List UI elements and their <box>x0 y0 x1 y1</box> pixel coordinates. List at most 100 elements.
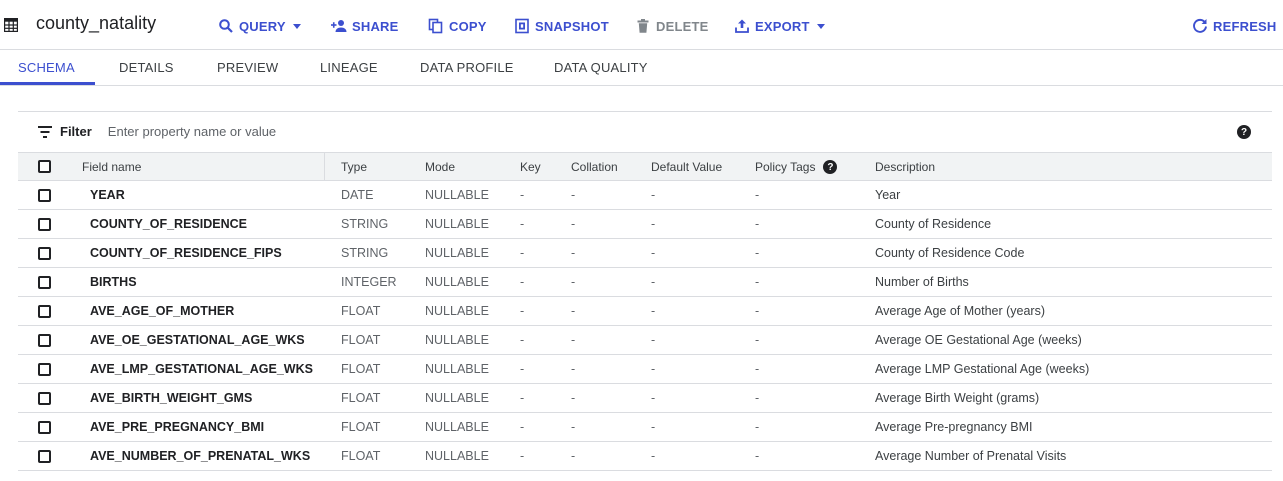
row-checkbox[interactable] <box>38 334 51 347</box>
table-row[interactable]: COUNTY_OF_RESIDENCE STRING NULLABLE - - … <box>18 210 1272 239</box>
refresh-button[interactable]: REFRESH <box>1192 17 1277 35</box>
row-checkbox[interactable] <box>38 392 51 405</box>
tab-details[interactable]: DETAILS <box>119 60 174 75</box>
column-header-collation: Collation <box>571 160 618 174</box>
field-type: FLOAT <box>341 304 381 318</box>
column-header-description: Description <box>875 160 936 174</box>
table-row[interactable]: AVE_AGE_OF_MOTHER FLOAT NULLABLE - - - -… <box>18 297 1272 326</box>
field-description: Average LMP Gestational Age (weeks) <box>875 362 1090 376</box>
table-row[interactable]: AVE_PRE_PREGNANCY_BMI FLOAT NULLABLE - -… <box>18 413 1272 442</box>
table-row[interactable]: AVE_NUMBER_OF_PRENATAL_WKS FLOAT NULLABL… <box>18 442 1272 471</box>
tab-lineage[interactable]: LINEAGE <box>320 60 378 75</box>
query-label: QUERY <box>239 18 286 34</box>
help-icon[interactable]: ? <box>823 160 838 174</box>
column-resize-handle[interactable] <box>324 153 325 181</box>
table-row[interactable]: BIRTHS INTEGER NULLABLE - - - - Number o… <box>18 268 1272 297</box>
toolbar: county_natality QUERY SHARE COPY SNAPSHO… <box>0 0 1283 50</box>
field-collation: - <box>571 333 576 347</box>
field-policy-tags: - <box>755 391 760 405</box>
field-default-value: - <box>651 333 656 347</box>
field-default-value: - <box>651 188 656 202</box>
field-description: County of Residence <box>875 217 992 231</box>
share-label: SHARE <box>352 18 399 34</box>
field-name: COUNTY_OF_RESIDENCE <box>90 217 247 231</box>
field-policy-tags: - <box>755 304 760 318</box>
field-type: STRING <box>341 246 389 260</box>
field-mode: NULLABLE <box>425 420 489 434</box>
row-checkbox[interactable] <box>38 218 51 231</box>
share-button[interactable]: SHARE <box>331 17 399 35</box>
field-default-value: - <box>651 420 656 434</box>
person-add-icon <box>331 20 347 32</box>
select-all-checkbox[interactable] <box>38 160 51 173</box>
filter-icon[interactable] <box>38 125 52 138</box>
filter-input[interactable] <box>107 124 508 139</box>
snapshot-icon <box>515 18 529 34</box>
field-mode: NULLABLE <box>425 449 489 463</box>
field-description: Average Pre-pregnancy BMI <box>875 420 1033 434</box>
column-header-type: Type <box>341 160 368 174</box>
delete-button[interactable]: DELETE <box>635 17 708 35</box>
field-name: COUNTY_OF_RESIDENCE_FIPS <box>90 246 282 260</box>
table-row[interactable]: YEAR DATE NULLABLE - - - - Year <box>18 181 1272 210</box>
column-header-policy-tags: Policy Tags ? <box>755 160 838 174</box>
help-button[interactable]: ? <box>1237 125 1251 139</box>
field-description: County of Residence Code <box>875 246 1025 260</box>
field-collation: - <box>571 275 576 289</box>
field-type: FLOAT <box>341 391 381 405</box>
trash-icon <box>637 19 649 33</box>
column-header-mode: Mode <box>425 160 456 174</box>
row-checkbox[interactable] <box>38 421 51 434</box>
row-checkbox[interactable] <box>38 305 51 318</box>
field-policy-tags: - <box>755 449 760 463</box>
row-checkbox[interactable] <box>38 450 51 463</box>
field-description: Average Age of Mother (years) <box>875 304 1045 318</box>
field-policy-tags: - <box>755 333 760 347</box>
divider <box>18 111 1272 112</box>
tab-data-quality[interactable]: DATA QUALITY <box>554 60 648 75</box>
copy-button[interactable]: COPY <box>428 17 487 35</box>
refresh-label: REFRESH <box>1213 18 1277 34</box>
tab-bar: SCHEMA DETAILS PREVIEW LINEAGE DATA PROF… <box>0 50 1283 86</box>
row-checkbox[interactable] <box>38 189 51 202</box>
field-default-value: - <box>651 449 656 463</box>
field-type: FLOAT <box>341 449 381 463</box>
field-name: AVE_AGE_OF_MOTHER <box>90 304 235 318</box>
row-checkbox[interactable] <box>38 247 51 260</box>
column-header-key: Key <box>520 160 541 174</box>
field-key: - <box>520 246 525 260</box>
table-row[interactable]: AVE_BIRTH_WEIGHT_GMS FLOAT NULLABLE - - … <box>18 384 1272 413</box>
delete-label: DELETE <box>656 18 709 34</box>
field-mode: NULLABLE <box>425 275 489 289</box>
field-default-value: - <box>651 391 656 405</box>
query-button[interactable]: QUERY <box>218 17 301 35</box>
field-collation: - <box>571 391 576 405</box>
field-policy-tags: - <box>755 217 760 231</box>
field-default-value: - <box>651 362 656 376</box>
field-collation: - <box>571 188 576 202</box>
field-name: AVE_OE_GESTATIONAL_AGE_WKS <box>90 333 305 347</box>
chevron-down-icon <box>292 23 301 29</box>
row-checkbox[interactable] <box>38 276 51 289</box>
tab-schema[interactable]: SCHEMA <box>18 60 75 75</box>
tab-preview[interactable]: PREVIEW <box>217 60 278 75</box>
export-button[interactable]: EXPORT <box>734 17 825 35</box>
snapshot-button[interactable]: SNAPSHOT <box>514 17 609 35</box>
page-title: county_natality <box>36 13 157 33</box>
field-policy-tags: - <box>755 275 760 289</box>
table-row[interactable]: AVE_OE_GESTATIONAL_AGE_WKS FLOAT NULLABL… <box>18 326 1272 355</box>
row-checkbox[interactable] <box>38 363 51 376</box>
field-policy-tags: - <box>755 362 760 376</box>
field-mode: NULLABLE <box>425 246 489 260</box>
field-collation: - <box>571 362 576 376</box>
table-row[interactable]: AVE_LMP_GESTATIONAL_AGE_WKS FLOAT NULLAB… <box>18 355 1272 384</box>
policy-tags-label: Policy Tags <box>755 160 816 174</box>
tab-data-profile[interactable]: DATA PROFILE <box>420 60 514 75</box>
field-name: AVE_PRE_PREGNANCY_BMI <box>90 420 265 434</box>
field-type: INTEGER <box>341 275 397 289</box>
export-label: EXPORT <box>755 18 810 34</box>
field-key: - <box>520 420 525 434</box>
chevron-down-icon <box>816 23 825 29</box>
table-row[interactable]: COUNTY_OF_RESIDENCE_FIPS STRING NULLABLE… <box>18 239 1272 268</box>
help-icon: ? <box>1237 125 1251 139</box>
